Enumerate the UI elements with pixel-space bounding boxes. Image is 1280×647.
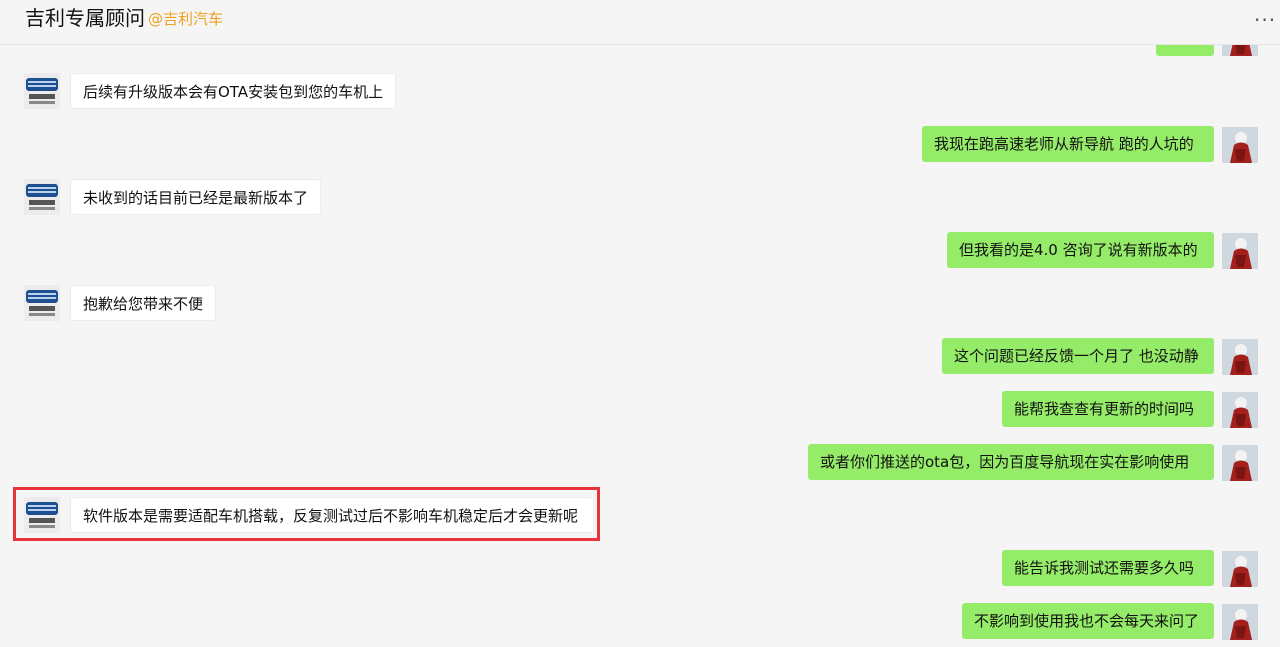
message-bubble-outgoing: 能告诉我测试还需要多久吗 [1002, 550, 1214, 586]
message-bubble-outgoing: 能帮我查查有更新的时间吗 [1002, 391, 1214, 427]
user-avatar-icon[interactable] [1222, 339, 1258, 375]
message-bubble-incoming: 未收到的话目前已经是最新版本了 [70, 179, 322, 215]
geely-logo-icon[interactable] [24, 73, 60, 109]
user-avatar-icon[interactable] [1222, 604, 1258, 640]
message-bubble-outgoing: 不影响到使用我也不会每天来问了 [962, 603, 1214, 639]
chat-title: 吉利专属顾问 [25, 6, 145, 30]
user-avatar-icon[interactable] [1222, 392, 1258, 428]
chat-area: 后续有升级版本会有OTA安装包到您的车机上 我现在跑高速老师从新导航 跑的人坑的… [0, 0, 1280, 647]
message-bubble-incoming: 抱歉给您带来不便 [70, 285, 217, 321]
message-bubble-incoming-highlighted: 软件版本是需要适配车机搭载，反复测试过后不影响车机稳定后才会更新呢 [70, 497, 594, 533]
message-bubble-outgoing: 我现在跑高速老师从新导航 跑的人坑的 [922, 126, 1214, 162]
user-avatar-icon[interactable] [1222, 233, 1258, 269]
account-handle[interactable]: @吉利汽车 [148, 9, 223, 29]
message-bubble-outgoing: 但我看的是4.0 咨询了说有新版本的 [947, 232, 1214, 268]
more-options-icon[interactable]: ··· [1254, 10, 1276, 30]
user-avatar-icon[interactable] [1222, 445, 1258, 481]
message-bubble-incoming: 后续有升级版本会有OTA安装包到您的车机上 [70, 73, 397, 109]
chat-header: 吉利专属顾问 @吉利汽车 ··· [0, 0, 1280, 45]
geely-logo-icon[interactable] [24, 497, 60, 533]
user-avatar-icon[interactable] [1222, 551, 1258, 587]
user-avatar-icon[interactable] [1222, 127, 1258, 163]
geely-logo-icon[interactable] [24, 179, 60, 215]
geely-logo-icon[interactable] [24, 285, 60, 321]
message-bubble-outgoing: 或者你们推送的ota包，因为百度导航现在实在影响使用 [808, 444, 1214, 480]
message-bubble-outgoing: 这个问题已经反馈一个月了 也没动静 [942, 338, 1214, 374]
